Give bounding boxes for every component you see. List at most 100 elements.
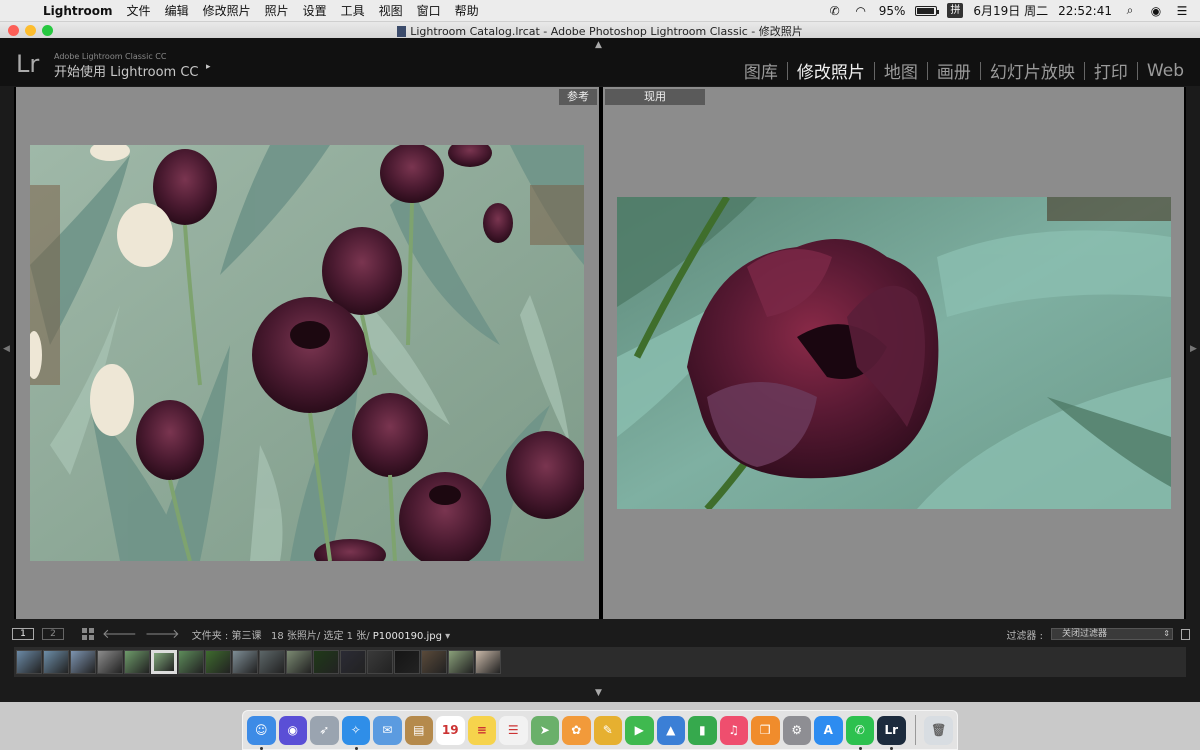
menu-window[interactable]: 窗口 <box>410 2 448 19</box>
lightroom-logo: Lr <box>16 50 40 78</box>
launchpad-icon[interactable]: ➶ <box>310 715 339 745</box>
module-develop[interactable]: 修改照片 <box>791 58 871 83</box>
getting-started-arrow-icon[interactable]: ▸ <box>206 62 211 72</box>
left-panel-toggle-icon[interactable]: ◀ <box>3 344 10 354</box>
filmstrip-thumbnail[interactable] <box>313 650 339 674</box>
back-arrow-icon[interactable]: 🡐 <box>102 626 137 642</box>
safari-icon[interactable]: ✧ <box>341 715 370 750</box>
wifi-icon[interactable]: ◠ <box>853 4 869 18</box>
current-photo[interactable] <box>617 197 1171 509</box>
filmstrip-thumbnail[interactable] <box>259 650 285 674</box>
secondary-window-button[interactable]: 2 <box>42 628 64 640</box>
reference-pane[interactable]: 参考 <box>16 87 599 619</box>
module-map[interactable]: 地图 <box>878 58 924 83</box>
facetime-icon[interactable]: ▶ <box>625 715 654 745</box>
filter-label: 过滤器 : <box>1006 630 1043 642</box>
notes-icon[interactable]: ≡ <box>467 715 496 745</box>
filmstrip-thumbnail[interactable] <box>151 650 177 674</box>
reference-label: 参考 <box>559 89 597 105</box>
notification-center-icon[interactable]: ☰ <box>1174 4 1190 18</box>
filmstrip-thumbnail[interactable] <box>394 650 420 674</box>
app-store-icon[interactable]: A <box>814 715 843 745</box>
calendar-icon[interactable]: 19 <box>436 715 465 745</box>
filmstrip-thumbnail[interactable] <box>97 650 123 674</box>
system-preferences-icon[interactable]: ⚙ <box>782 715 811 745</box>
macos-dock: ☺ ◉ ➶ ✧ ✉ ▤ 19 ≡ ☰ ➤ ✿ ✎ ▶ ▲ ▮ ♫ ❒ ⚙ A ✆ Lr 🗑 <box>242 710 958 750</box>
menu-edit[interactable]: 编辑 <box>158 2 196 19</box>
thumbnail-image <box>206 651 230 673</box>
sketch-icon[interactable]: ✎ <box>593 715 622 745</box>
lightroom-icon[interactable]: Lr <box>877 715 906 750</box>
filename-dropdown-icon[interactable]: ▾ <box>445 631 450 642</box>
module-web[interactable]: Web <box>1141 61 1190 81</box>
forward-arrow-icon[interactable]: 🡒 <box>145 626 180 642</box>
top-panel-toggle-icon[interactable]: ▲ <box>595 40 602 50</box>
module-slideshow[interactable]: 幻灯片放映 <box>984 58 1081 83</box>
keynote-icon[interactable]: ▲ <box>656 715 685 745</box>
menu-tools[interactable]: 工具 <box>334 2 372 19</box>
module-separator <box>926 61 928 80</box>
right-panel-toggle-icon[interactable]: ▶ <box>1190 344 1197 354</box>
filmstrip-toolbar: 1 2 🡐 🡒 文件夹 : 第三课 18 张照片/ 选定 1 张/ P10001… <box>0 623 1200 645</box>
filter-lock-icon[interactable] <box>1181 628 1190 640</box>
module-print[interactable]: 打印 <box>1088 58 1134 83</box>
menu-settings[interactable]: 设置 <box>296 2 334 19</box>
filmstrip-thumbnail[interactable] <box>70 650 96 674</box>
document-icon <box>397 26 407 37</box>
filmstrip-thumbnail[interactable] <box>43 650 69 674</box>
filmstrip-thumbnail[interactable] <box>178 650 204 674</box>
menu-develop[interactable]: 修改照片 <box>196 2 258 19</box>
clock-date[interactable]: 6月19日 周二 <box>973 2 1048 19</box>
menu-photo[interactable]: 照片 <box>258 2 296 19</box>
filmstrip-thumbnail[interactable] <box>286 650 312 674</box>
filmstrip-thumbnail[interactable] <box>448 650 474 674</box>
thumbnail-image <box>71 651 95 673</box>
music-icon[interactable]: ♫ <box>719 715 748 745</box>
wechat-icon[interactable]: ✆ <box>845 715 874 750</box>
module-book[interactable]: 画册 <box>931 58 977 83</box>
filmstrip-source[interactable]: 文件夹 : 第三课 18 张照片/ 选定 1 张/ P1000190.jpg ▾ <box>192 627 450 642</box>
finder-icon[interactable]: ☺ <box>247 715 276 750</box>
primary-window-button[interactable]: 1 <box>12 628 34 640</box>
module-library[interactable]: 图库 <box>738 58 784 83</box>
status-area: ✆ ◠ 95% 拼 6月19日 周二 22:52:41 ⌕ ◉ ☰ <box>827 2 1200 19</box>
notebook-icon[interactable]: ▤ <box>404 715 433 745</box>
filmstrip-thumbnail[interactable] <box>232 650 258 674</box>
window-titlebar: Lightroom Catalog.lrcat - Adobe Photosho… <box>0 22 1200 38</box>
battery-icon[interactable] <box>915 5 940 16</box>
siri-status-icon[interactable]: ◉ <box>1148 4 1164 18</box>
filmstrip-thumbnail[interactable] <box>124 650 150 674</box>
filter-controls: 过滤器 : 关闭过滤器 <box>1006 627 1200 642</box>
menu-help[interactable]: 帮助 <box>448 2 486 19</box>
thumbnail-image <box>125 651 149 673</box>
wechat-status-icon[interactable]: ✆ <box>827 4 843 18</box>
filter-select[interactable]: 关闭过滤器 <box>1051 628 1173 640</box>
menu-view[interactable]: 视图 <box>372 2 410 19</box>
bottom-panel-toggle-icon[interactable]: ▼ <box>595 688 602 698</box>
menu-file[interactable]: 文件 <box>120 2 158 19</box>
current-pane[interactable]: 现用 <box>603 87 1184 619</box>
clock-time[interactable]: 22:52:41 <box>1058 4 1112 18</box>
reference-photo[interactable] <box>30 145 584 561</box>
spotlight-search-icon[interactable]: ⌕ <box>1122 3 1138 18</box>
filmstrip-thumbnail[interactable] <box>421 650 447 674</box>
filmstrip-thumbnail[interactable] <box>16 650 42 674</box>
input-method-icon[interactable]: 拼 <box>947 3 964 18</box>
mail-icon[interactable]: ✉ <box>373 715 402 745</box>
thumbnail-image <box>476 651 500 673</box>
filmstrip-thumbnail[interactable] <box>475 650 501 674</box>
grid-view-icon[interactable] <box>82 628 94 640</box>
filmstrip-thumbnail[interactable] <box>205 650 231 674</box>
maps-icon[interactable]: ➤ <box>530 715 559 745</box>
filmstrip-thumbnail[interactable] <box>367 650 393 674</box>
getting-started-link[interactable]: 开始使用 Lightroom CC <box>54 61 199 80</box>
siri-icon[interactable]: ◉ <box>278 715 307 745</box>
photos-icon[interactable]: ✿ <box>562 715 591 745</box>
books-icon[interactable]: ❒ <box>751 715 780 745</box>
filmstrip-thumbnail[interactable] <box>340 650 366 674</box>
numbers-icon[interactable]: ▮ <box>688 715 717 745</box>
running-indicator <box>858 746 862 750</box>
reminders-icon[interactable]: ☰ <box>499 715 528 745</box>
trash-icon[interactable]: 🗑 <box>924 715 953 745</box>
app-menu[interactable]: Lightroom <box>36 4 120 18</box>
